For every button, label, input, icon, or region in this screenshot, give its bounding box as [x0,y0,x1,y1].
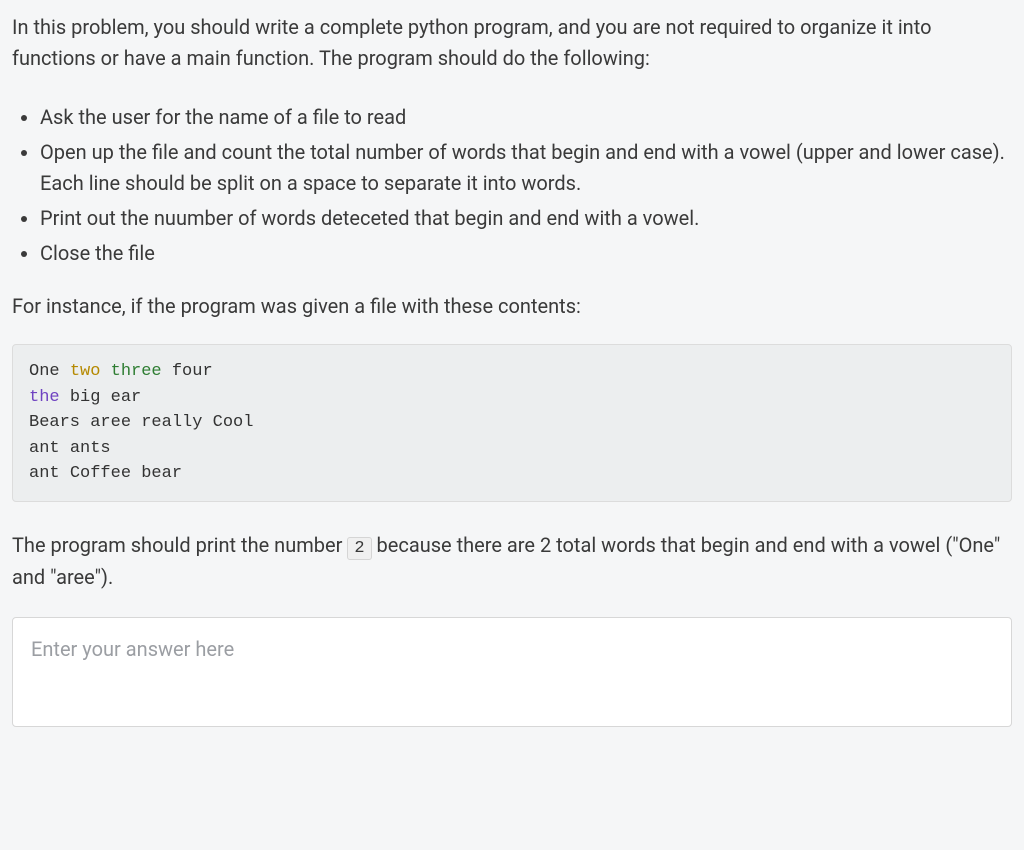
code-word: really [141,413,202,432]
list-item: Open up the file and count the total num… [40,137,1012,199]
code-word: four [172,362,213,381]
intro-text: In this problem, you should write a comp… [12,12,1012,74]
code-word: ant [29,464,60,483]
code-word: ant [29,439,60,458]
code-word: bear [141,464,182,483]
code-word: big [70,388,101,407]
code-sample-block: One two three four the big ear Bears are… [12,344,1012,502]
list-item-text: Each line should be split on a space to … [40,171,581,195]
code-word: two [70,362,101,381]
list-item-text: Open up the file and count the total num… [40,140,1005,164]
list-item: Ask the user for the name of a file to r… [40,102,1012,133]
code-word: aree [90,413,131,432]
requirements-list: Ask the user for the name of a file to r… [12,102,1012,269]
code-word: Bears [29,413,80,432]
code-word: ants [70,439,111,458]
inline-code-value: 2 [347,537,371,560]
example-intro: For instance, if the program was given a… [12,291,1012,322]
code-word: ear [111,388,142,407]
result-explanation: The program should print the number 2 be… [12,530,1012,593]
code-word: Coffee [70,464,131,483]
code-word: the [29,388,60,407]
code-word: three [111,362,162,381]
code-word: One [29,362,60,381]
answer-input[interactable]: Enter your answer here [12,617,1012,727]
list-item: Close the file [40,238,1012,269]
list-item: Print out the nuumber of words deteceted… [40,203,1012,234]
code-word: Cool [213,413,254,432]
result-text-before: The program should print the number [12,533,347,557]
